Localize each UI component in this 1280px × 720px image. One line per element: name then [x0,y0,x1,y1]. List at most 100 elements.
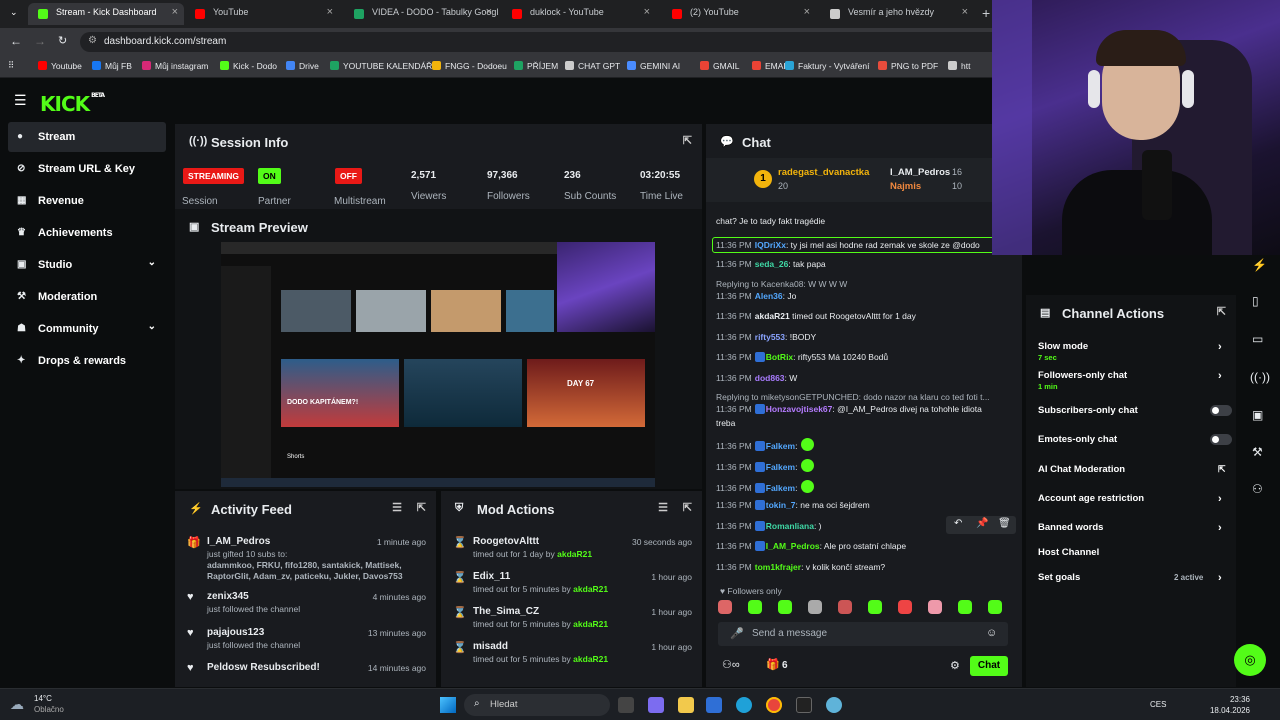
chat-username[interactable]: Romanliana [766,521,814,531]
emote-icon[interactable] [868,600,882,614]
document-rail-icon[interactable]: ▯ [1252,294,1259,308]
emote-icon[interactable] [748,600,762,614]
chat-username[interactable]: Falkem [766,483,795,493]
close-icon[interactable]: × [486,6,492,18]
taskbar-search[interactable]: ⌕ Hledat [464,694,610,716]
sidebar-item-stream-url-key[interactable]: ⊘ Stream URL & Key [8,154,166,184]
emote-icon[interactable] [778,600,792,614]
mod-by-user[interactable]: akdaR21 [573,619,608,629]
mod-target-user[interactable]: RoogetovAlttt [473,536,539,547]
emote-icon[interactable] [958,600,972,614]
channel-action-host-channel[interactable]: Host Channel [1038,547,1228,558]
bookmark-12[interactable]: Faktury - Vytváření [785,61,869,71]
sidebar-item-stream[interactable]: ● Stream [8,122,166,152]
bookmark-4[interactable]: Drive [286,61,319,71]
emote-icon[interactable] [808,600,822,614]
channel-action-banned-words[interactable]: Banned words › [1038,522,1228,534]
chat-username[interactable]: Falkem [766,462,795,472]
task-view-icon[interactable] [618,697,634,713]
chevron-right-icon[interactable]: › [1218,572,1222,584]
chat-username[interactable]: BotRix [766,352,793,362]
sidebar-item-drops-rewards[interactable]: ✦ Drops & rewards [8,346,166,376]
kick-logo[interactable]: KICK BETA [40,92,105,116]
toggle-switch[interactable] [1210,434,1232,445]
users-icon[interactable]: ⚇∞ [722,658,740,671]
emote-icon[interactable] [928,600,942,614]
tab-4[interactable]: (2) YouTube × [662,3,816,25]
close-icon[interactable]: × [962,6,968,18]
chat-rail-icon[interactable]: ▭ [1252,332,1263,346]
chrome-icon[interactable] [766,697,782,713]
chat-username[interactable]: tom1kfrajer [755,562,801,572]
mod-by-user[interactable]: akdaR21 [573,654,608,664]
site-info-icon[interactable]: ⚙ [88,35,97,46]
popout-icon[interactable]: ⇱ [417,501,426,514]
mod-by-user[interactable]: akdaR21 [573,584,608,594]
bolt-rail-icon[interactable]: ⚡ [1252,258,1267,272]
menu-icon[interactable]: ☰ [14,92,27,109]
toggle-switch[interactable] [1210,405,1232,416]
sidebar-item-community[interactable]: ☗ Community ⌄ [8,314,166,344]
terminal-icon[interactable] [796,697,812,713]
bookmark-8[interactable]: CHAT GPT [565,61,620,71]
chat-username[interactable]: rifty553 [755,332,785,342]
filter-icon[interactable]: ☰ [392,501,402,514]
message-input[interactable]: 🎤 Send a message ☺ [718,622,1008,646]
channel-action-slow-mode[interactable]: Slow mode 7 sec › [1038,341,1228,362]
delete-icon[interactable]: 🗑 [998,518,1011,529]
tab-2[interactable]: VIDEA - DODO - Tabulky Googl × [344,3,498,25]
popout-icon[interactable]: ⇱ [683,501,692,514]
channel-action-ai-chat-moderation[interactable]: AI Chat Moderation ⇱ [1038,464,1228,475]
tab-3[interactable]: duklock - YouTube × [502,3,656,25]
clock-time[interactable]: 23:36 [1210,695,1250,704]
close-icon[interactable]: × [644,6,650,18]
close-icon[interactable]: × [172,6,178,18]
chat-username[interactable]: Falkem [766,441,795,451]
apps-icon[interactable]: ⠿ [8,60,14,71]
mod-target-user[interactable]: misadd [473,641,508,652]
tab-1[interactable]: YouTube × [185,3,339,25]
edge-icon[interactable] [736,697,752,713]
sidebar-item-revenue[interactable]: ▦ Revenue [8,186,166,216]
chevron-right-icon[interactable]: › [1218,493,1222,505]
weather-temp[interactable]: 14°C [34,694,52,703]
activity-user[interactable]: zenix345 [207,591,249,602]
store-icon[interactable] [706,697,722,713]
settings-icon[interactable]: ⚙ [950,659,960,672]
emote-icon[interactable] [898,600,912,614]
channel-action-set-goals[interactable]: Set goals › 2 active [1038,572,1228,584]
bookmark-6[interactable]: FNGG - Dodoeu [432,61,507,71]
activity-user[interactable]: I_AM_Pedros [207,536,270,547]
chevron-right-icon[interactable]: › [1218,522,1222,534]
copilot-icon[interactable] [648,697,664,713]
channel-action-account-age-restriction[interactable]: Account age restriction › [1038,493,1228,505]
bookmark-7[interactable]: PŘÍJEM [514,61,558,71]
bookmark-13[interactable]: PNG to PDF [878,61,938,71]
bookmark-14[interactable]: htt [948,61,970,71]
sidebar-item-achievements[interactable]: ♛ Achievements [8,218,166,248]
bookmark-1[interactable]: Můj FB [92,61,132,71]
forward-icon[interactable]: → [34,34,46,48]
sidebar-item-studio[interactable]: ▣ Studio ⌄ [8,250,166,280]
pin-icon[interactable]: 📌 [976,518,988,529]
bookmark-2[interactable]: Můj instagram [142,61,208,71]
mic-icon[interactable]: 🎤 [730,627,744,640]
sidebar-item-moderation[interactable]: ⚒ Moderation [8,282,166,312]
bookmark-5[interactable]: YOUTUBE KALENDÁŘ [330,61,432,71]
activity-user[interactable]: pajajous123 [207,627,264,638]
close-icon[interactable]: × [327,6,333,18]
popout-icon[interactable]: ⇱ [683,134,692,147]
chevron-down-icon[interactable]: ⌄ [148,321,156,332]
users-rail-icon[interactable]: ⚇ [1252,482,1263,496]
activity-user[interactable]: Peldosw Resubscribed! [207,662,320,673]
emoji-icon[interactable]: ☺ [986,627,997,639]
chat-username[interactable]: seda_26 [755,259,789,269]
chat-username[interactable]: I_AM_Pedros [766,541,820,551]
bookmark-10[interactable]: GMAIL [700,61,739,71]
bookmark-0[interactable]: Youtube [38,61,82,71]
emote-icon[interactable] [988,600,1002,614]
chat-username[interactable]: akdaR21 [755,311,790,321]
mod-by-user[interactable]: akdaR21 [557,549,592,559]
mod-target-user[interactable]: Edix_11 [473,571,510,582]
tools-rail-icon[interactable]: ⚒ [1252,445,1263,459]
